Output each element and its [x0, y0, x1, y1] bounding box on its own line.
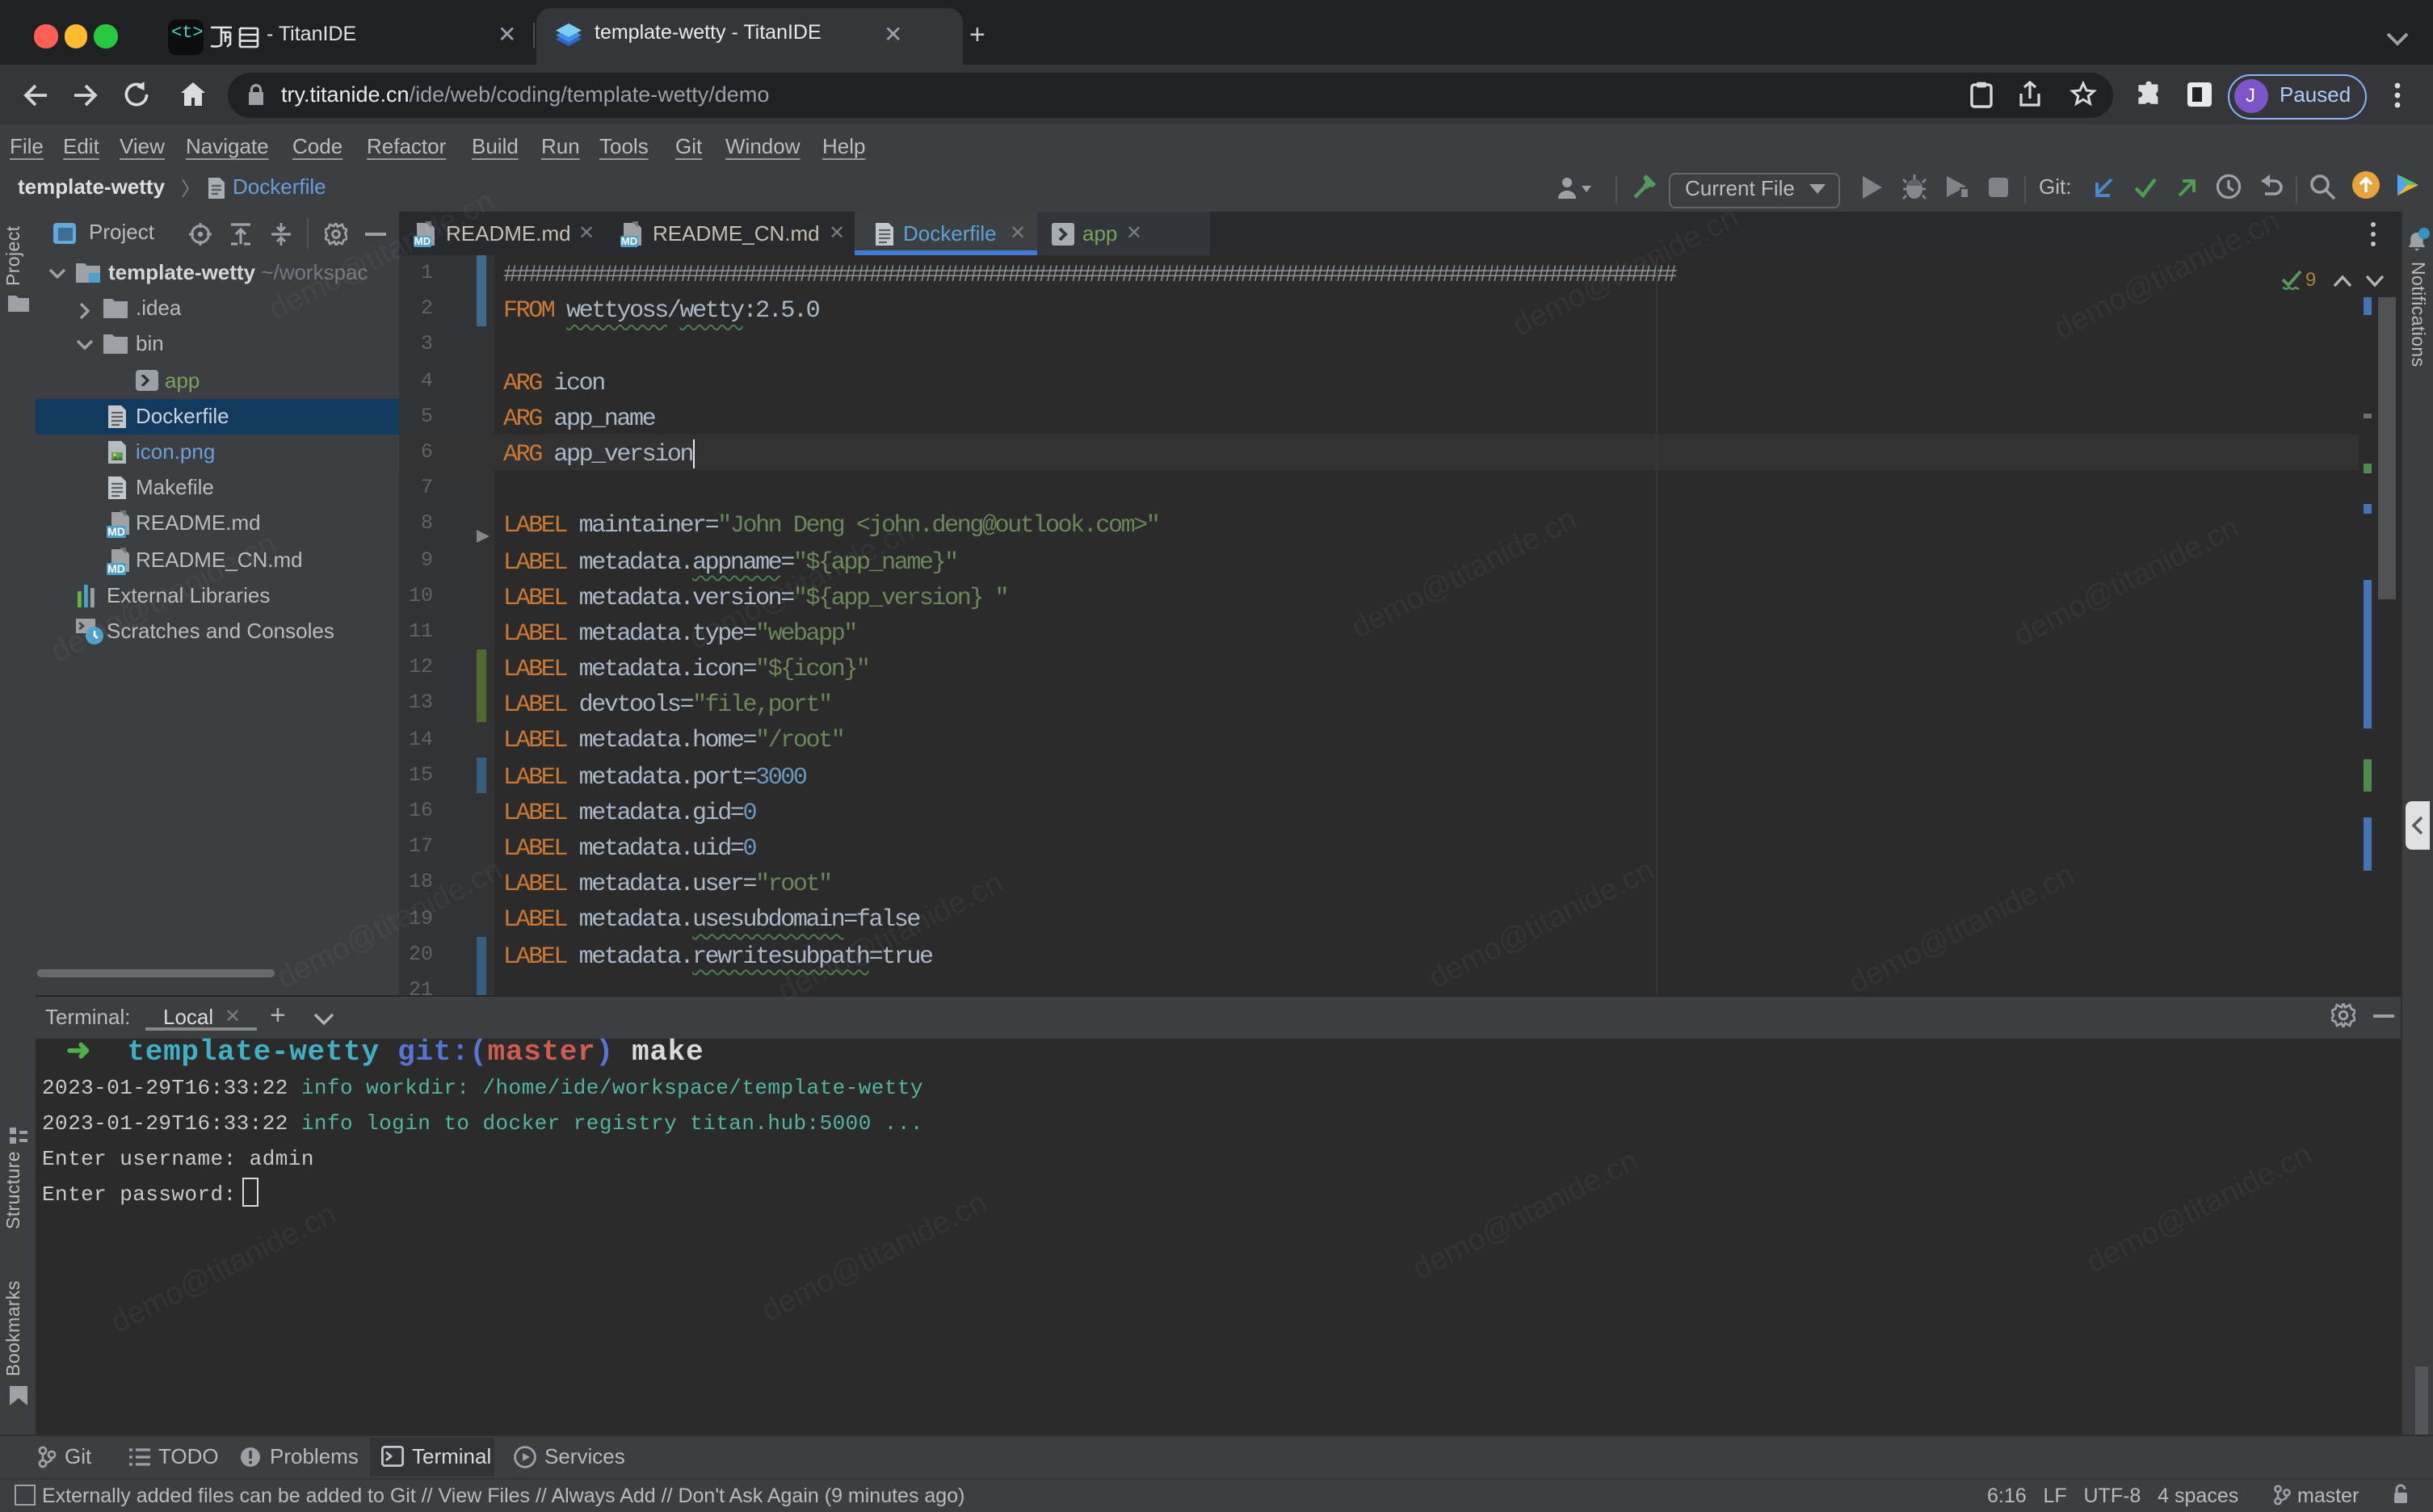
svg-text:MD: MD	[107, 561, 125, 574]
svg-text:MD: MD	[621, 235, 637, 247]
svg-text:MD: MD	[107, 526, 125, 539]
